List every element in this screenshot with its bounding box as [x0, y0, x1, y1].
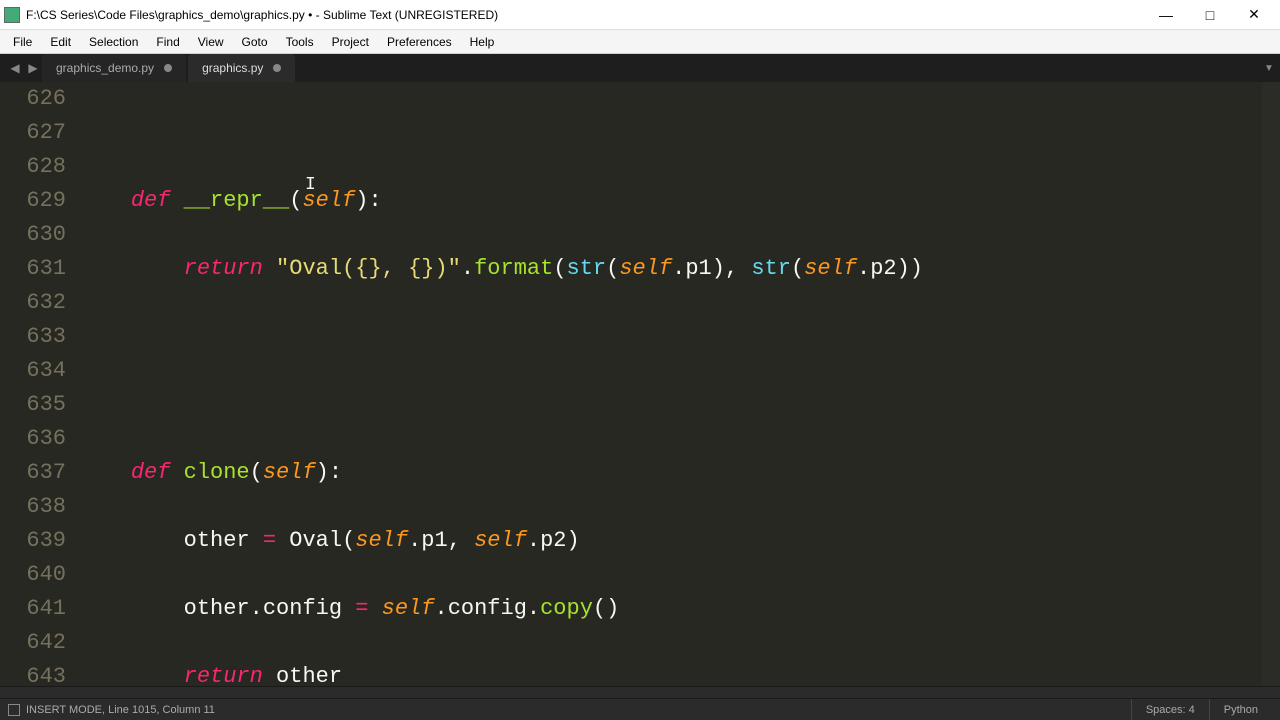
code-area[interactable]: def __repr__(self): return "Oval({}, {})… [78, 82, 1280, 686]
line-number: 638 [0, 490, 66, 524]
tab-label: graphics_demo.py [56, 61, 154, 75]
window-title: F:\CS Series\Code Files\graphics_demo\gr… [26, 8, 1144, 22]
status-spaces[interactable]: Spaces: 4 [1131, 699, 1209, 720]
line-number: 626 [0, 82, 66, 116]
tab-graphics[interactable]: graphics.py [188, 54, 295, 82]
menu-project[interactable]: Project [323, 32, 378, 52]
tab-history-forward-icon[interactable]: ▶ [24, 54, 42, 82]
status-icon[interactable] [8, 704, 20, 716]
line-number: 629 [0, 184, 66, 218]
tab-graphics-demo[interactable]: graphics_demo.py [42, 54, 186, 82]
line-number: 641 [0, 592, 66, 626]
menu-bar: File Edit Selection Find View Goto Tools… [0, 30, 1280, 54]
line-number: 628 [0, 150, 66, 184]
line-number: 630 [0, 218, 66, 252]
close-button[interactable]: ✕ [1232, 1, 1276, 29]
horizontal-scrollbar[interactable] [0, 686, 1280, 698]
line-number: 632 [0, 286, 66, 320]
line-number: 627 [0, 116, 66, 150]
line-number: 637 [0, 456, 66, 490]
line-number: 643 [0, 660, 66, 686]
tab-bar: ◀ ▶ graphics_demo.py graphics.py ▼ [0, 54, 1280, 82]
menu-file[interactable]: File [4, 32, 41, 52]
line-number: 635 [0, 388, 66, 422]
status-cursor: INSERT MODE, Line 1015, Column 11 [26, 704, 215, 716]
menu-find[interactable]: Find [147, 32, 188, 52]
status-bar: INSERT MODE, Line 1015, Column 11 Spaces… [0, 698, 1280, 720]
line-number: 634 [0, 354, 66, 388]
tab-dropdown-icon[interactable]: ▼ [1258, 54, 1280, 82]
title-bar: F:\CS Series\Code Files\graphics_demo\gr… [0, 0, 1280, 30]
tab-label: graphics.py [202, 61, 263, 75]
menu-selection[interactable]: Selection [80, 32, 147, 52]
menu-preferences[interactable]: Preferences [378, 32, 461, 52]
dirty-dot-icon [273, 64, 281, 72]
menu-view[interactable]: View [189, 32, 233, 52]
menu-help[interactable]: Help [461, 32, 504, 52]
line-number: 636 [0, 422, 66, 456]
menu-tools[interactable]: Tools [277, 32, 323, 52]
maximize-button[interactable]: □ [1188, 1, 1232, 29]
status-syntax[interactable]: Python [1209, 699, 1272, 720]
line-number: 640 [0, 558, 66, 592]
menu-goto[interactable]: Goto [233, 32, 277, 52]
line-gutter: 6266276286296306316326336346356366376386… [0, 82, 78, 686]
dirty-dot-icon [164, 64, 172, 72]
line-number: 642 [0, 626, 66, 660]
menu-edit[interactable]: Edit [41, 32, 80, 52]
app-icon [4, 7, 20, 23]
minimap[interactable] [1262, 82, 1280, 686]
line-number: 631 [0, 252, 66, 286]
code-editor[interactable]: 6266276286296306316326336346356366376386… [0, 82, 1280, 686]
line-number: 639 [0, 524, 66, 558]
tab-history-back-icon[interactable]: ◀ [6, 54, 24, 82]
text-cursor: I [305, 168, 316, 202]
line-number: 633 [0, 320, 66, 354]
minimize-button[interactable]: ― [1144, 1, 1188, 29]
